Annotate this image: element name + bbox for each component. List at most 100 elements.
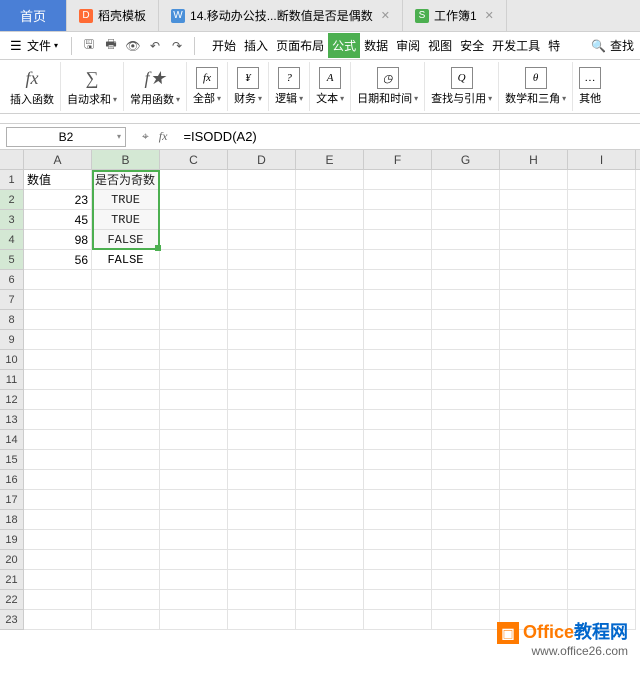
cell[interactable] bbox=[364, 310, 432, 330]
close-icon[interactable]: ✕ bbox=[381, 9, 390, 22]
menu-tab-start[interactable]: 开始 bbox=[208, 33, 240, 58]
cell[interactable] bbox=[500, 210, 568, 230]
cell[interactable] bbox=[296, 450, 364, 470]
cell[interactable] bbox=[92, 590, 160, 610]
ribbon-text[interactable]: A 文本 bbox=[310, 62, 351, 111]
cell[interactable] bbox=[432, 270, 500, 290]
cell[interactable] bbox=[296, 230, 364, 250]
cell[interactable] bbox=[228, 450, 296, 470]
cell[interactable] bbox=[296, 270, 364, 290]
cell[interactable] bbox=[500, 430, 568, 450]
cell[interactable] bbox=[160, 330, 228, 350]
cell[interactable] bbox=[568, 170, 636, 190]
cell[interactable] bbox=[500, 590, 568, 610]
cell[interactable] bbox=[228, 530, 296, 550]
cell[interactable] bbox=[296, 490, 364, 510]
row-header[interactable]: 6 bbox=[0, 270, 24, 290]
cell[interactable] bbox=[432, 250, 500, 270]
save-icon[interactable]: 🖫 bbox=[81, 38, 97, 54]
cell[interactable]: TRUE bbox=[92, 210, 160, 230]
menu-tab-dev[interactable]: 开发工具 bbox=[488, 33, 544, 58]
cell[interactable] bbox=[500, 330, 568, 350]
cell[interactable]: FALSE bbox=[92, 250, 160, 270]
cell[interactable] bbox=[24, 490, 92, 510]
cell[interactable] bbox=[568, 590, 636, 610]
cell[interactable] bbox=[568, 430, 636, 450]
cell[interactable] bbox=[92, 390, 160, 410]
cell[interactable] bbox=[296, 170, 364, 190]
row-header[interactable]: 5 bbox=[0, 250, 24, 270]
cell[interactable] bbox=[364, 490, 432, 510]
cell[interactable] bbox=[92, 290, 160, 310]
row-header[interactable]: 10 bbox=[0, 350, 24, 370]
row-header[interactable]: 18 bbox=[0, 510, 24, 530]
row-header[interactable]: 17 bbox=[0, 490, 24, 510]
cell[interactable] bbox=[160, 170, 228, 190]
row-header[interactable]: 19 bbox=[0, 530, 24, 550]
cell[interactable]: 是否为奇数 bbox=[92, 170, 160, 190]
menu-tab-layout[interactable]: 页面布局 bbox=[272, 33, 328, 58]
cell[interactable]: TRUE bbox=[92, 190, 160, 210]
cell[interactable] bbox=[296, 530, 364, 550]
cell[interactable] bbox=[500, 270, 568, 290]
cell[interactable] bbox=[160, 190, 228, 210]
cell[interactable] bbox=[228, 170, 296, 190]
cell[interactable] bbox=[92, 510, 160, 530]
cell[interactable]: 56 bbox=[24, 250, 92, 270]
cell[interactable] bbox=[432, 390, 500, 410]
cell[interactable] bbox=[500, 310, 568, 330]
cell[interactable] bbox=[92, 370, 160, 390]
cell[interactable] bbox=[24, 450, 92, 470]
cell[interactable] bbox=[92, 530, 160, 550]
file-menu[interactable]: 文件 ▾ bbox=[6, 35, 62, 56]
ribbon-lookup[interactable]: Q 查找与引用 bbox=[425, 62, 499, 111]
cell[interactable] bbox=[24, 610, 92, 630]
cell[interactable] bbox=[432, 490, 500, 510]
cell[interactable] bbox=[228, 330, 296, 350]
cell[interactable] bbox=[228, 610, 296, 630]
cell[interactable] bbox=[296, 350, 364, 370]
cell[interactable] bbox=[24, 330, 92, 350]
col-header-e[interactable]: E bbox=[296, 150, 364, 169]
cell[interactable] bbox=[296, 390, 364, 410]
cell[interactable] bbox=[364, 450, 432, 470]
row-header[interactable]: 9 bbox=[0, 330, 24, 350]
cell[interactable] bbox=[568, 250, 636, 270]
cell[interactable] bbox=[228, 430, 296, 450]
cell[interactable] bbox=[160, 410, 228, 430]
cell[interactable] bbox=[24, 470, 92, 490]
cell[interactable] bbox=[500, 550, 568, 570]
cell[interactable] bbox=[364, 510, 432, 530]
cell[interactable] bbox=[24, 430, 92, 450]
cell[interactable] bbox=[364, 290, 432, 310]
cell[interactable] bbox=[160, 570, 228, 590]
ribbon-finance[interactable]: ¥ 财务 bbox=[228, 62, 269, 111]
cell[interactable] bbox=[24, 550, 92, 570]
cell[interactable] bbox=[24, 510, 92, 530]
cell[interactable] bbox=[364, 430, 432, 450]
cell[interactable] bbox=[92, 550, 160, 570]
cell[interactable] bbox=[364, 250, 432, 270]
cell[interactable] bbox=[568, 390, 636, 410]
close-icon[interactable]: ✕ bbox=[485, 9, 494, 22]
cell[interactable] bbox=[92, 310, 160, 330]
cell[interactable] bbox=[568, 470, 636, 490]
cell[interactable] bbox=[364, 530, 432, 550]
cell[interactable] bbox=[432, 590, 500, 610]
cell[interactable] bbox=[500, 170, 568, 190]
formula-input[interactable]: =ISODD(A2) bbox=[177, 129, 640, 145]
cell[interactable] bbox=[364, 210, 432, 230]
cell[interactable] bbox=[364, 370, 432, 390]
cell[interactable] bbox=[228, 190, 296, 210]
cell[interactable] bbox=[228, 370, 296, 390]
cell[interactable] bbox=[160, 370, 228, 390]
cell[interactable] bbox=[500, 250, 568, 270]
col-header-h[interactable]: H bbox=[500, 150, 568, 169]
cell[interactable] bbox=[160, 530, 228, 550]
cell[interactable] bbox=[296, 590, 364, 610]
cell[interactable] bbox=[92, 570, 160, 590]
cell[interactable] bbox=[228, 490, 296, 510]
cell[interactable] bbox=[432, 530, 500, 550]
cell[interactable] bbox=[432, 510, 500, 530]
ribbon-all[interactable]: fx 全部 bbox=[187, 62, 228, 111]
